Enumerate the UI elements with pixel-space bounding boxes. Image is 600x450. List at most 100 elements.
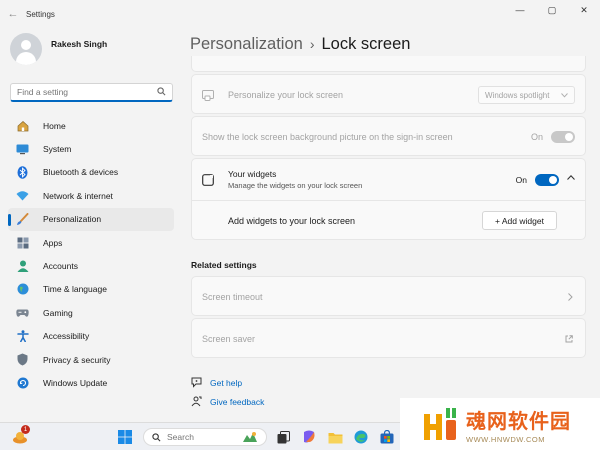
back-arrow-icon[interactable]: ← — [0, 8, 26, 20]
app-title: Settings — [26, 9, 55, 19]
lock-screen-preview-icon — [202, 89, 216, 101]
widget-icon — [202, 173, 216, 186]
sidebar-item-label: Home — [43, 120, 66, 131]
sidebar-item-time-language[interactable]: Time & language — [8, 278, 174, 301]
sidebar-nav: Home System Bluetooth & devices Network … — [8, 114, 174, 395]
get-help-label: Get help — [210, 377, 243, 388]
sidebar-item-network[interactable]: Network & internet — [8, 184, 174, 207]
personalize-lock-screen-card: Personalize your lock screen Windows spo… — [191, 74, 586, 114]
dropdown-value: Windows spotlight — [485, 90, 550, 100]
widgets-subtitle: Manage the widgets on your lock screen — [228, 181, 363, 190]
sidebar-item-windows-update[interactable]: Windows Update — [8, 371, 174, 394]
search-input[interactable] — [17, 87, 157, 97]
page-title: Lock screen — [321, 35, 411, 53]
sidebar-item-label: Network & internet — [43, 190, 113, 201]
update-icon — [16, 376, 29, 389]
screen-saver-label: Screen saver — [202, 334, 256, 344]
weather-icon[interactable]: 1 — [12, 425, 30, 445]
search-icon[interactable] — [157, 86, 166, 98]
sidebar-item-home[interactable]: Home — [8, 114, 174, 137]
widgets-state: On — [515, 174, 527, 185]
widgets-card: Your widgets Manage the widgets on your … — [191, 158, 586, 240]
personalize-lock-screen-label: Personalize your lock screen — [228, 90, 344, 100]
sidebar-item-label: Apps — [43, 237, 63, 248]
sidebar-item-label: System — [43, 144, 72, 155]
search-highlight-icon — [242, 431, 258, 443]
signin-background-state: On — [530, 132, 543, 142]
sidebar-item-system[interactable]: System — [8, 137, 174, 160]
open-external-icon — [565, 335, 573, 343]
home-icon — [16, 119, 29, 132]
signin-background-toggle[interactable] — [551, 131, 575, 143]
monitor-icon — [16, 143, 29, 156]
minimize-button[interactable]: — — [504, 0, 536, 20]
signin-background-label: Show the lock screen background picture … — [202, 132, 453, 142]
sidebar-item-accessibility[interactable]: Accessibility — [8, 325, 174, 348]
copilot-icon[interactable] — [301, 429, 317, 445]
task-view-icon[interactable] — [275, 429, 291, 445]
watermark: 魂网软件园 WWW.HNWDW.COM — [400, 398, 600, 450]
sidebar-item-accounts[interactable]: Accounts — [8, 254, 174, 277]
feedback-icon — [191, 396, 203, 407]
sidebar-item-label: Bluetooth & devices — [43, 167, 119, 178]
watermark-logo — [422, 406, 458, 442]
lock-screen-mode-dropdown[interactable]: Windows spotlight — [478, 86, 575, 104]
close-button[interactable]: ✕ — [568, 0, 600, 20]
watermark-url: WWW.HNWDW.COM — [466, 434, 545, 444]
sidebar-item-gaming[interactable]: Gaming — [8, 301, 174, 324]
widgets-toggle[interactable] — [535, 174, 559, 186]
notification-badge: 1 — [21, 425, 30, 434]
apps-icon — [16, 236, 29, 249]
add-widgets-label: Add widgets to your lock screen — [228, 216, 356, 226]
sidebar-item-personalization[interactable]: Personalization — [8, 207, 174, 231]
breadcrumb-parent[interactable]: Personalization — [190, 35, 303, 53]
signin-background-card: Show the lock screen background picture … — [191, 116, 586, 156]
breadcrumb: Personalization › Lock screen — [190, 35, 410, 54]
give-feedback-link[interactable]: Give feedback — [191, 396, 264, 407]
gamepad-icon — [16, 306, 29, 319]
previous-card-edge — [191, 56, 586, 72]
related-settings-heading: Related settings — [191, 260, 257, 270]
settings-search[interactable] — [10, 83, 173, 102]
edge-browser-icon[interactable] — [353, 429, 369, 445]
chevron-down-icon — [561, 91, 568, 100]
user-name: Rakesh Singh — [51, 39, 108, 49]
sidebar-item-label: Privacy & security — [43, 354, 111, 365]
sidebar-item-privacy[interactable]: Privacy & security — [8, 348, 174, 371]
globe-icon — [16, 283, 29, 296]
widgets-header[interactable]: Your widgets Manage the widgets on your … — [192, 159, 585, 200]
maximize-button[interactable]: ▢ — [536, 0, 568, 20]
sidebar-item-label: Gaming — [43, 307, 73, 318]
user-profile[interactable]: Rakesh Singh — [10, 33, 107, 65]
widgets-title: Your widgets — [228, 169, 277, 179]
start-windows-icon[interactable] — [117, 429, 133, 445]
taskbar-search-input[interactable] — [167, 432, 237, 442]
brush-icon — [16, 212, 29, 226]
toggle-knob — [549, 176, 557, 184]
sidebar-item-bluetooth[interactable]: Bluetooth & devices — [8, 161, 174, 184]
taskbar-search[interactable] — [143, 428, 267, 446]
breadcrumb-separator: › — [309, 36, 315, 52]
screen-timeout-card[interactable]: Screen timeout — [191, 276, 586, 316]
sidebar-item-label: Accessibility — [43, 331, 90, 342]
sidebar-item-apps[interactable]: Apps — [8, 231, 174, 254]
file-explorer-icon[interactable] — [327, 429, 343, 445]
window-controls: — ▢ ✕ — [504, 0, 600, 20]
give-feedback-label: Give feedback — [210, 396, 265, 407]
toggle-knob — [565, 133, 573, 141]
search-icon — [152, 432, 161, 442]
help-icon — [191, 377, 203, 388]
sidebar-item-label: Time & language — [43, 284, 107, 295]
chevron-up-icon[interactable] — [567, 175, 575, 180]
wifi-icon — [16, 189, 29, 202]
screen-timeout-label: Screen timeout — [202, 292, 263, 302]
chevron-right-icon — [568, 293, 573, 301]
microsoft-store-icon[interactable] — [379, 429, 395, 445]
screen-saver-card[interactable]: Screen saver — [191, 318, 586, 358]
title-bar: ← Settings — ▢ ✕ — [0, 0, 600, 28]
get-help-link[interactable]: Get help — [191, 377, 242, 388]
add-widget-button[interactable]: + Add widget — [482, 211, 557, 230]
bluetooth-icon — [16, 166, 29, 179]
sidebar-item-label: Personalization — [43, 214, 102, 225]
accessibility-icon — [16, 330, 29, 343]
